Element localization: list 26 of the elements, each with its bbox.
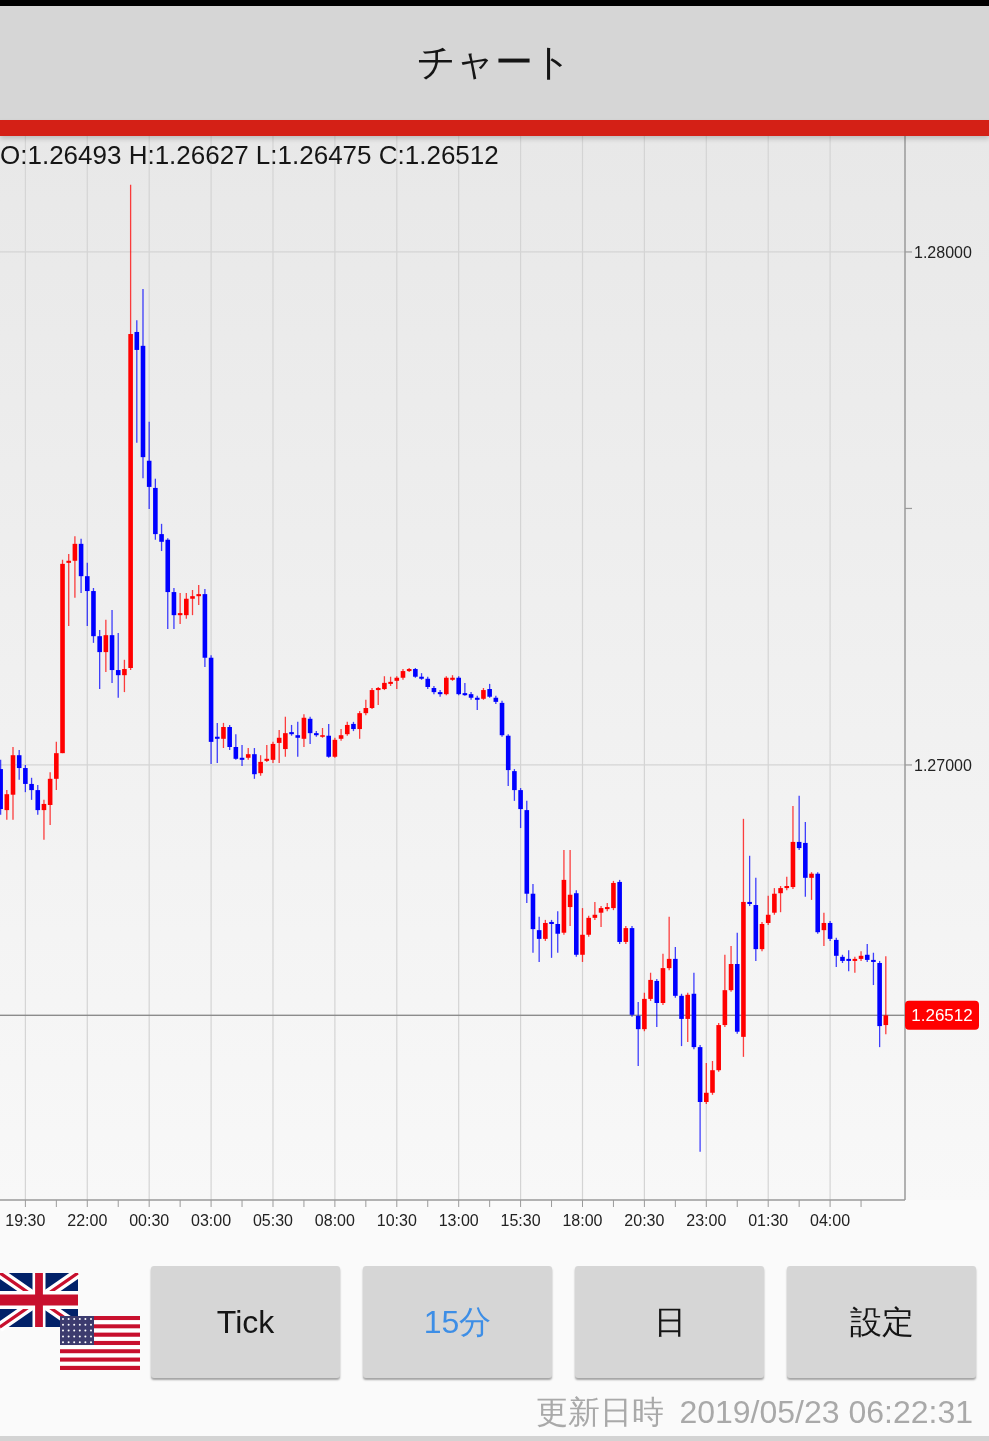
price-axis-label: 1.27000	[914, 756, 972, 774]
ref-line-label: 1.26512	[911, 1006, 973, 1026]
american-flag-icon	[60, 1316, 140, 1370]
time-axis-label: 03:00	[191, 1212, 232, 1229]
time-axis-label: 18:00	[562, 1212, 603, 1229]
time-axis-label: 01:30	[748, 1212, 789, 1229]
settings-button[interactable]: 設定	[787, 1266, 976, 1378]
ohlc-readout: O:1.26493 H:1.26627 L:1.26475 C:1.26512	[0, 140, 499, 170]
time-axis-label: 19:30	[5, 1212, 46, 1229]
time-axis-label: 13:00	[438, 1212, 479, 1229]
update-timestamp: 2019/05/23 06:22:31	[679, 1395, 973, 1431]
current-price-label: 1.26512	[905, 1000, 979, 1030]
update-label: 更新日時	[536, 1395, 665, 1431]
time-axis-label: 05:30	[252, 1212, 293, 1229]
price-axis-label: 1.28000	[914, 243, 972, 261]
period-button[interactable]: Tick	[151, 1266, 340, 1378]
time-axis-label: 04:00	[810, 1212, 851, 1229]
time-axis-label: 10:30	[376, 1212, 417, 1229]
time-axis-label: 00:30	[129, 1212, 170, 1229]
time-axis-label: 15:30	[500, 1212, 541, 1229]
time-axis-label: 08:00	[314, 1212, 355, 1229]
time-axis-label: 20:30	[624, 1212, 665, 1229]
period-button[interactable]: 日	[575, 1266, 764, 1378]
screen-title: チャート	[417, 40, 572, 86]
time-axis-label: 23:00	[686, 1212, 727, 1229]
time-axis-label: 22:00	[67, 1212, 108, 1229]
